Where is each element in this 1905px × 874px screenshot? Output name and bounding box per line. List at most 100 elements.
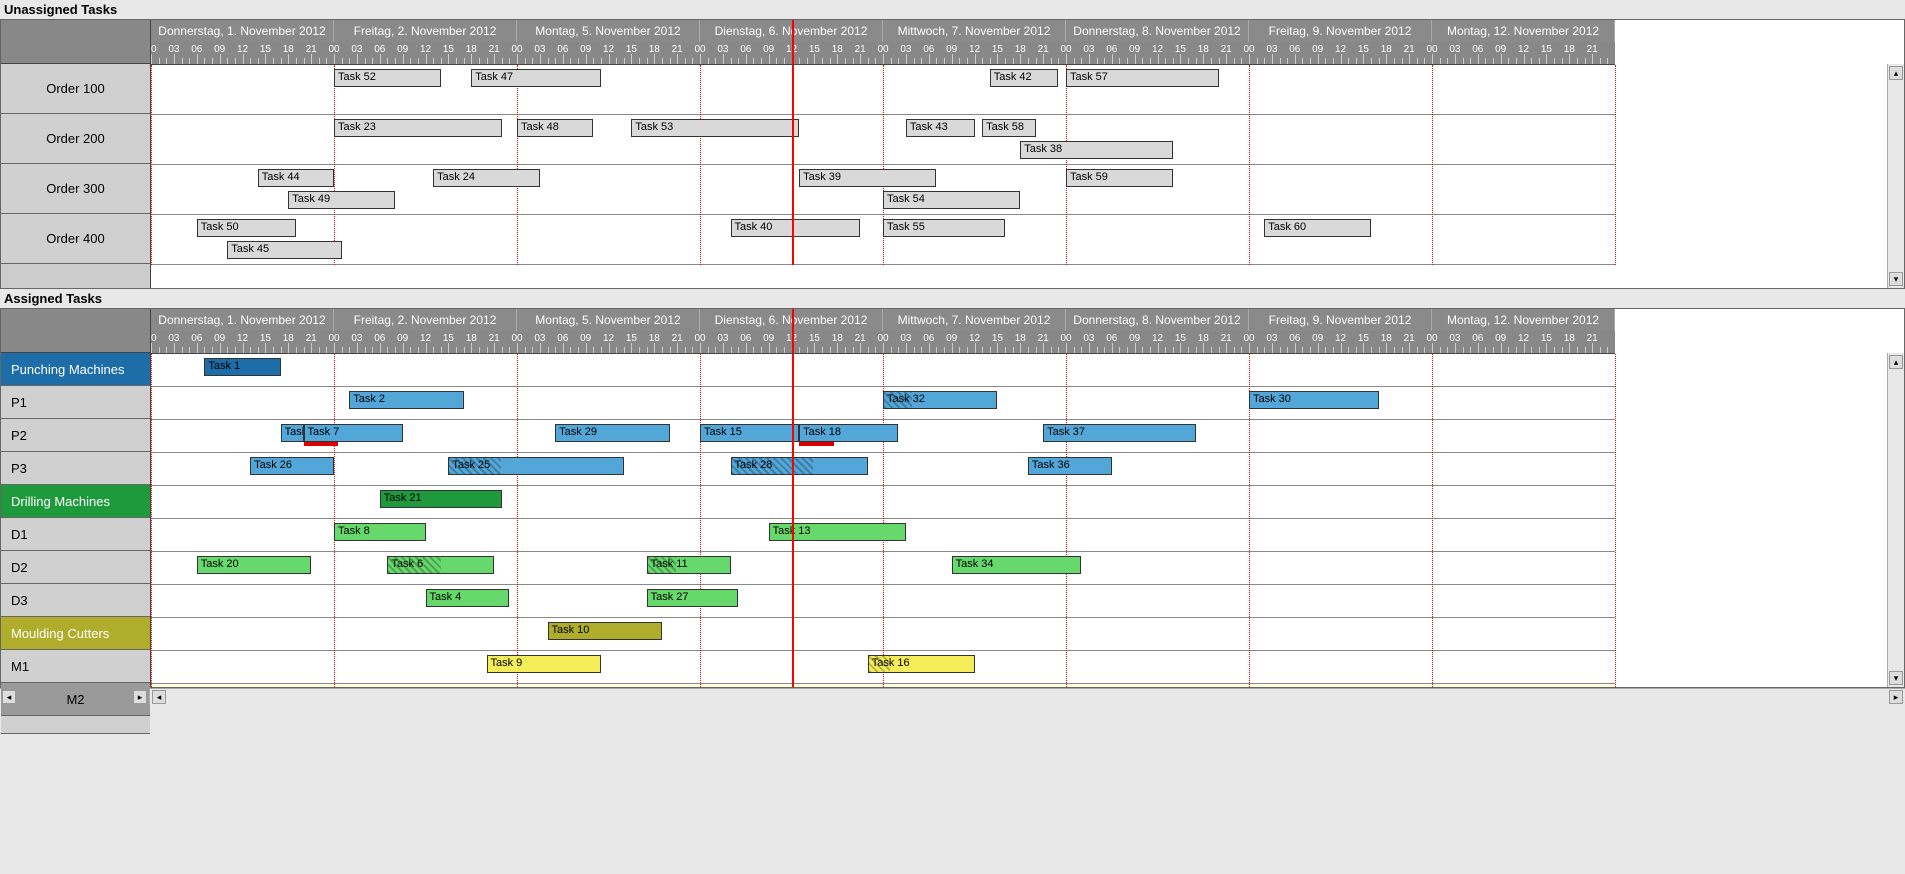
task-bar-t57[interactable]: Task 57 [1066, 69, 1219, 87]
task-bar-t48[interactable]: Task 48 [517, 119, 593, 137]
task-bar-t49[interactable]: Task 49 [288, 191, 395, 209]
day-separator [1615, 354, 1616, 687]
timescale-day: Freitag, 2. November 2012 [334, 309, 517, 331]
task-bar-t24[interactable]: Task 24 [433, 169, 540, 187]
timescale-day: Montag, 5. November 2012 [517, 309, 700, 331]
row-header-d1[interactable]: D1 [1, 518, 150, 551]
scroll-left-icon[interactable]: ◂ [2, 690, 16, 704]
task-bar-t39[interactable]: Task 39 [799, 169, 936, 187]
row-header-p2[interactable]: P2 [1, 419, 150, 452]
chart-viewport[interactable]: Donnerstag, 1. November 2012Freitag, 2. … [151, 309, 1904, 687]
scroll-right-icon[interactable]: ▸ [133, 690, 147, 704]
unassigned-panel: Unassigned TasksOrder 100Order 200Order … [0, 0, 1905, 289]
row-header-order100[interactable]: Order 100 [1, 64, 150, 114]
row-header-d3[interactable]: D3 [1, 584, 150, 617]
task-bar-t8[interactable]: Task 8 [334, 523, 426, 541]
scroll-down-icon[interactable]: ▾ [1889, 272, 1903, 286]
row-header-moulding[interactable]: Moulding Cutters [1, 617, 150, 650]
task-bar-t6[interactable]: Task 6 [387, 556, 494, 574]
assigned-panel: Assigned TasksPunching MachinesP1P2P3Dri… [0, 289, 1905, 688]
task-bar-t11[interactable]: Task 11 [647, 556, 731, 574]
task-bar-t4[interactable]: Task 4 [426, 589, 510, 607]
row-header-order300[interactable]: Order 300 [1, 164, 150, 214]
scroll-right-icon[interactable]: ▸ [1889, 690, 1903, 704]
row-header-m3[interactable] [1, 716, 150, 734]
chart-viewport[interactable]: Donnerstag, 1. November 2012Freitag, 2. … [151, 20, 1904, 288]
task-bar-t53[interactable]: Task 53 [631, 119, 799, 137]
horizontal-scrollbar[interactable]: ◂ ▸ ◂ ▸ [0, 688, 1905, 705]
task-bar-t9[interactable]: Task 9 [487, 655, 601, 673]
timescale-day: Mittwoch, 7. November 2012 [883, 20, 1066, 42]
task-bar-t25[interactable]: Task 25 [448, 457, 623, 475]
timescale-day: Montag, 5. November 2012 [517, 20, 700, 42]
scroll-up-icon[interactable]: ▴ [1889, 66, 1903, 80]
scroll-left-icon[interactable]: ◂ [152, 690, 166, 704]
timescale-day: Freitag, 9. November 2012 [1249, 20, 1432, 42]
task-bar-t1[interactable]: Task 1 [204, 358, 280, 376]
task-bar-t40[interactable]: Task 40 [731, 219, 861, 237]
task-bar-t43[interactable]: Task 43 [906, 119, 975, 137]
task-bar-t42[interactable]: Task 42 [990, 69, 1059, 87]
row-header-order200[interactable]: Order 200 [1, 114, 150, 164]
task-bar-t7[interactable]: Task 7 [304, 424, 403, 442]
day-separator [517, 354, 518, 687]
day-separator [1432, 354, 1433, 687]
timescale-day: Donnerstag, 8. November 2012 [1066, 309, 1249, 331]
task-bar-t26[interactable]: Task 26 [250, 457, 334, 475]
task-bar-t18[interactable]: Task 18 [799, 424, 898, 442]
timescale-day: Donnerstag, 8. November 2012 [1066, 20, 1249, 42]
task-bar-t44[interactable]: Task 44 [258, 169, 334, 187]
header-corner [1, 309, 150, 353]
task-bar-t21[interactable]: Task 21 [380, 490, 502, 508]
day-separator [1066, 354, 1067, 687]
task-bar-t55[interactable]: Task 55 [883, 219, 1005, 237]
task-bar-t36[interactable]: Task 36 [1028, 457, 1112, 475]
timescale: Donnerstag, 1. November 2012Freitag, 2. … [151, 309, 1615, 354]
task-bar-t20[interactable]: Task 20 [197, 556, 311, 574]
row-header-m1[interactable]: M1 [1, 650, 150, 683]
task-bar-t32[interactable]: Task 32 [883, 391, 997, 409]
task-bar-t50[interactable]: Task 50 [197, 219, 296, 237]
task-bar-t60[interactable]: Task 60 [1264, 219, 1371, 237]
task-bar-t15[interactable]: Task 15 [700, 424, 799, 442]
task-bar-t59[interactable]: Task 59 [1066, 169, 1173, 187]
task-bar-t47[interactable]: Task 47 [471, 69, 601, 87]
scroll-down-icon[interactable]: ▾ [1889, 671, 1903, 685]
task-bar-t27[interactable]: Task 27 [647, 589, 739, 607]
vertical-scrollbar[interactable]: ▴▾ [1887, 353, 1904, 687]
row-header-p3[interactable]: P3 [1, 452, 150, 485]
now-line [792, 309, 794, 353]
task-bar-t37[interactable]: Task 37 [1043, 424, 1196, 442]
timescale-day: Montag, 12. November 2012 [1432, 20, 1615, 42]
task-bar-t30[interactable]: Task 30 [1249, 391, 1379, 409]
day-separator [1249, 65, 1250, 265]
timescale-day: Mittwoch, 7. November 2012 [883, 309, 1066, 331]
row-header-p1[interactable]: P1 [1, 386, 150, 419]
task-bar-t52[interactable]: Task 52 [334, 69, 441, 87]
scroll-up-icon[interactable]: ▴ [1889, 355, 1903, 369]
vertical-scrollbar[interactable]: ▴▾ [1887, 64, 1904, 288]
task-bar-t2[interactable]: Task 2 [349, 391, 463, 409]
task-bar-t28[interactable]: Task 28 [731, 457, 868, 475]
task-bar-t34[interactable]: Task 34 [952, 556, 1082, 574]
timescale-day: Freitag, 2. November 2012 [334, 20, 517, 42]
row-header-punching[interactable]: Punching Machines [1, 353, 150, 386]
task-bar-t54[interactable]: Task 54 [883, 191, 1020, 209]
day-separator [700, 65, 701, 265]
task-bar-t29[interactable]: Task 29 [555, 424, 669, 442]
task-bar-t23[interactable]: Task 23 [334, 119, 502, 137]
row-header-drilling[interactable]: Drilling Machines [1, 485, 150, 518]
now-line [792, 354, 794, 687]
day-separator [334, 354, 335, 687]
row-header-order400[interactable]: Order 400 [1, 214, 150, 264]
day-separator [517, 65, 518, 265]
task-bar-t38[interactable]: Task 38 [1020, 141, 1173, 159]
task-bar-t7a[interactable]: Task 3 [281, 424, 304, 442]
row-header-d2[interactable]: D2 [1, 551, 150, 584]
task-bar-t13[interactable]: Task 13 [769, 523, 906, 541]
task-bar-t45[interactable]: Task 45 [227, 241, 341, 259]
task-bar-t58[interactable]: Task 58 [982, 119, 1035, 137]
day-separator [1615, 65, 1616, 265]
task-bar-t16[interactable]: Task 16 [868, 655, 975, 673]
task-bar-t10[interactable]: Task 10 [548, 622, 662, 640]
